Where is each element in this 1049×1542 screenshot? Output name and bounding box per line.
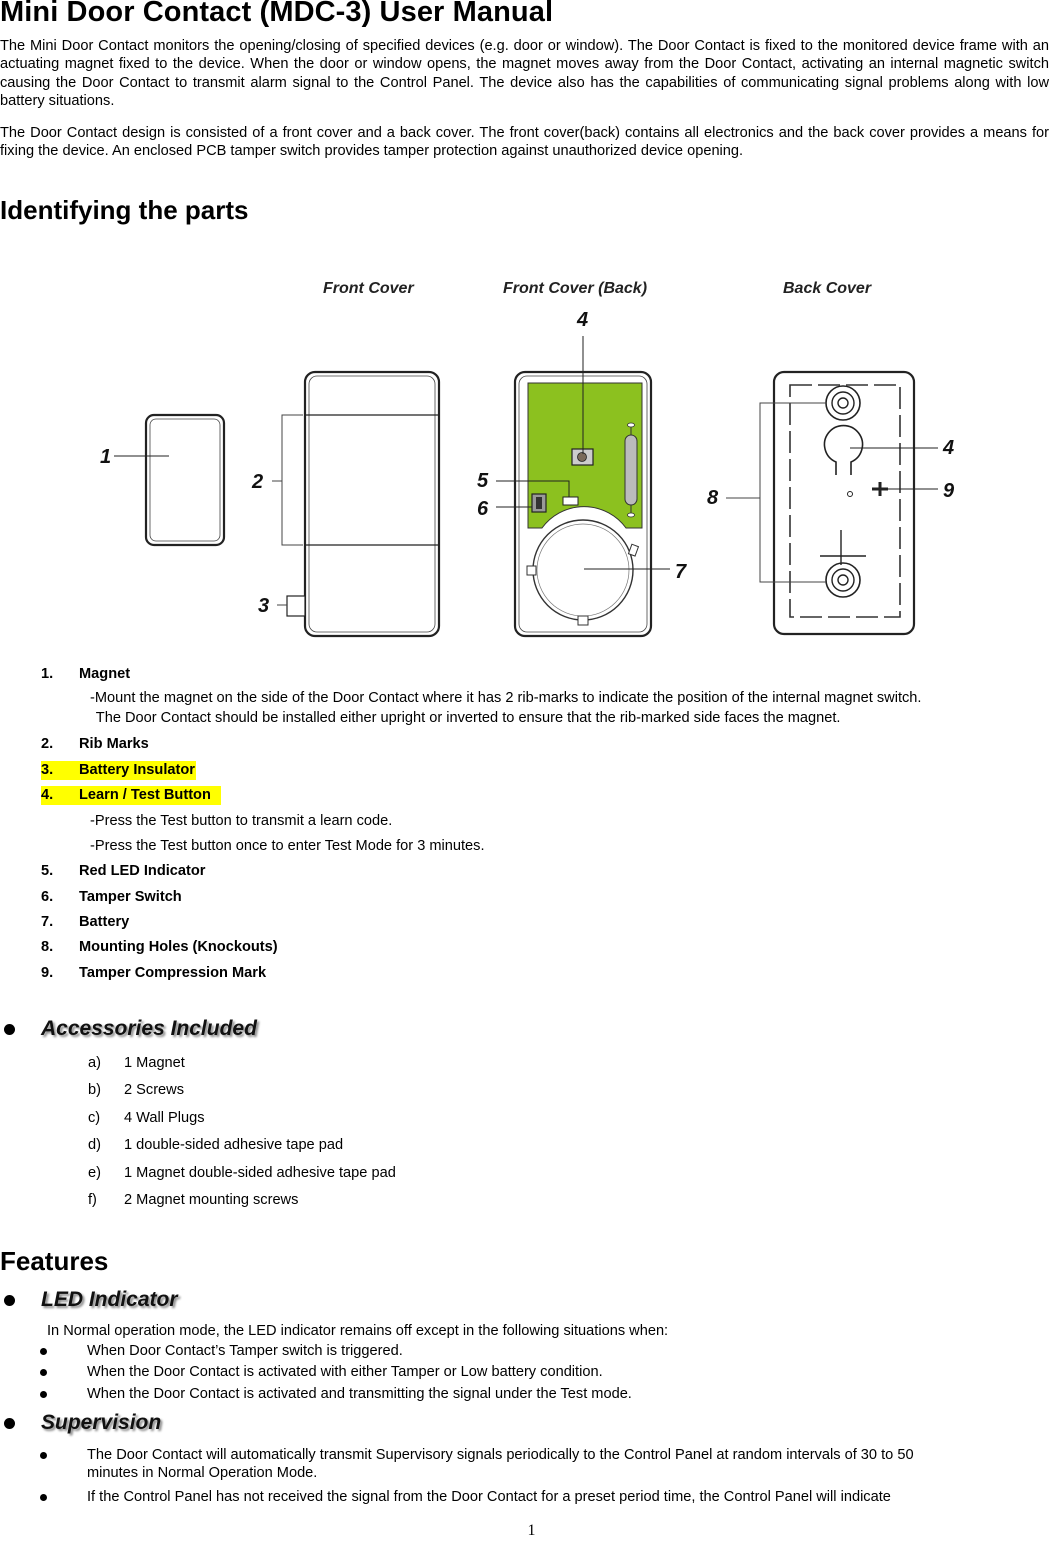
front-cover-drawing: 2 3 — [251, 370, 441, 638]
intro-paragraph-2: The Door Contact design is consisted of … — [0, 125, 1049, 160]
callout-5: 5 — [477, 470, 489, 492]
intro-paragraph-1: The Mini Door Contact monitors the openi… — [0, 38, 1049, 110]
part-item-battery: 7. Battery — [41, 914, 130, 930]
callout-2: 2 — [251, 471, 263, 493]
callout-8: 8 — [707, 487, 719, 509]
bullet-icon — [40, 1391, 47, 1398]
accessory-item: a) 1 Magnet — [88, 1055, 185, 1071]
led-bullet: When the Door Contact is activated with … — [40, 1363, 603, 1381]
callout-4-front: 4 — [576, 309, 588, 331]
callout-1: 1 — [100, 446, 111, 468]
accessory-item: d) 1 double-sided adhesive tape pad — [88, 1137, 344, 1153]
accessory-item: c) 4 Wall Plugs — [88, 1110, 205, 1126]
part-item-tamper-compression-mark: 9. Tamper Compression Mark — [41, 965, 267, 981]
section-heading-features: Features — [0, 1246, 109, 1276]
section-heading-identifying-parts: Identifying the parts — [0, 195, 249, 225]
accessory-item: f) 2 Magnet mounting screws — [88, 1192, 299, 1208]
back-cover-drawing: 8 4 9 — [707, 370, 955, 636]
document-title: Mini Door Contact (MDC-3) User Manual — [0, 0, 554, 28]
part-item-learn-test-button: 4. Learn / Test Button — [41, 786, 221, 805]
magnet-drawing: 1 — [100, 413, 226, 547]
supervision-bullet: The Door Contact will automatically tran… — [40, 1446, 914, 1482]
bullet-icon — [4, 1023, 15, 1035]
accessory-item: b) 2 Screws — [88, 1082, 185, 1098]
part-item-rib-marks: 2. Rib Marks — [41, 736, 149, 752]
part-note-test-button-2: -Press the Test button once to enter Tes… — [90, 838, 485, 854]
led-bullet: When Door Contact’s Tamper switch is tri… — [40, 1342, 403, 1360]
part-note-magnet-2: The Door Contact should be installed eit… — [92, 710, 841, 726]
part-note-magnet-1: -Mount the magnet on the side of the Doo… — [90, 690, 922, 706]
led-bullet: When the Door Contact is activated and t… — [40, 1385, 632, 1403]
callout-9: 9 — [943, 480, 955, 502]
accessories-heading: Accessories Included — [0, 1015, 257, 1043]
page-number: 1 — [527, 1522, 536, 1539]
accessory-item: e) 1 Magnet double-sided adhesive tape pa… — [88, 1165, 396, 1181]
part-item-red-led: 5. Red LED Indicator — [41, 863, 206, 879]
bullet-icon — [40, 1494, 47, 1501]
callout-7: 7 — [675, 561, 687, 583]
bullet-icon — [40, 1348, 47, 1355]
led-indicator-heading: LED Indicator — [0, 1286, 178, 1314]
part-note-test-button-1: -Press the Test button to transmit a lea… — [90, 813, 393, 829]
led-indicator-intro: In Normal operation mode, the LED indica… — [47, 1323, 669, 1339]
callout-6: 6 — [477, 498, 489, 520]
caption-front-cover: Front Cover — [323, 280, 414, 297]
bullet-icon — [4, 1294, 15, 1306]
caption-back-cover: Back Cover — [783, 280, 872, 297]
parts-diagram: Front Cover Front Cover (Back) Back Cove… — [100, 280, 955, 638]
callout-3: 3 — [258, 595, 269, 617]
bullet-icon — [40, 1369, 47, 1376]
supervision-heading: Supervision — [0, 1409, 161, 1437]
bullet-icon — [40, 1452, 47, 1459]
callout-4-back: 4 — [942, 437, 954, 459]
part-item-mounting-holes: 8. Mounting Holes (Knockouts) — [41, 939, 278, 955]
bullet-icon — [4, 1417, 15, 1429]
front-cover-back-drawing: 4 5 6 7 — [477, 309, 687, 638]
part-item-magnet: 1. Magnet — [41, 666, 131, 682]
supervision-bullet: If the Control Panel has not received th… — [40, 1488, 891, 1506]
part-item-battery-insulator: 3. Battery Insulator — [41, 761, 196, 780]
caption-front-cover-back: Front Cover (Back) — [503, 280, 647, 297]
part-item-tamper-switch: 6. Tamper Switch — [41, 889, 182, 905]
